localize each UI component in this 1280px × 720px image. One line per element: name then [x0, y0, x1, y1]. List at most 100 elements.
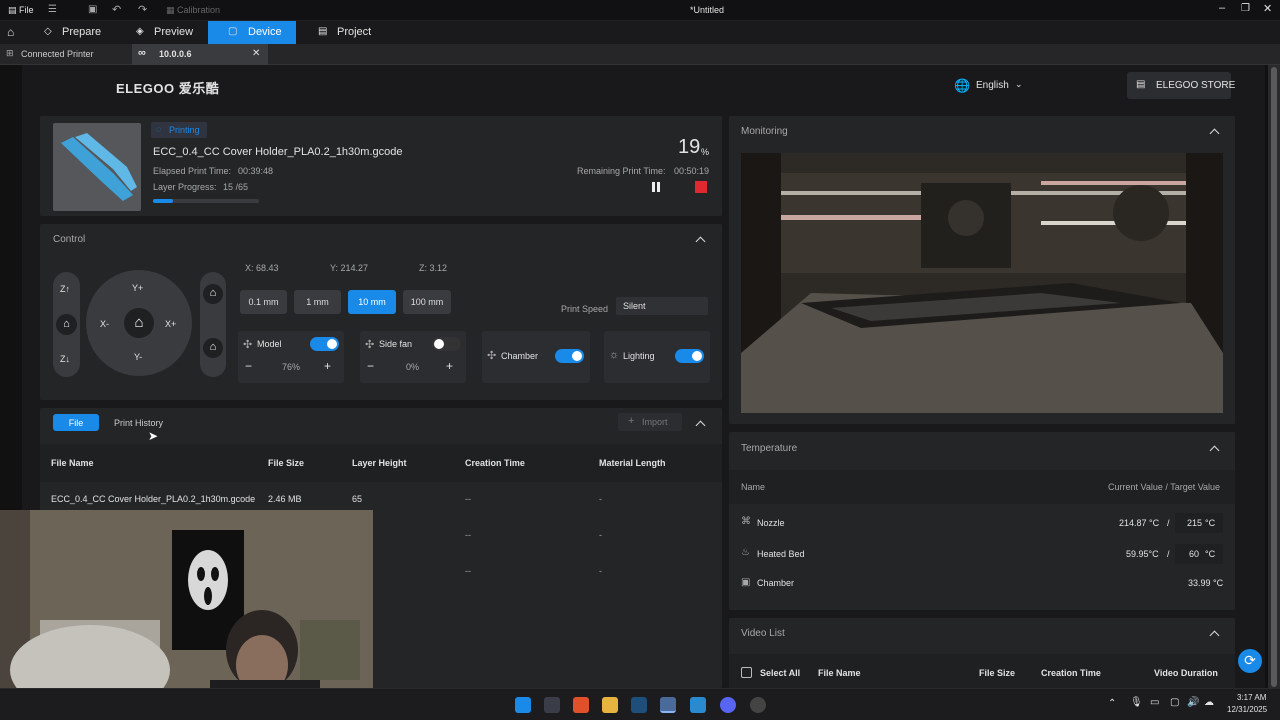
scrollbar[interactable]	[1268, 65, 1280, 688]
col-layer-height[interactable]: Layer Height	[352, 458, 407, 468]
lighting-toggle[interactable]	[675, 349, 704, 363]
col-material-length[interactable]: Material Length	[599, 458, 666, 468]
notepad-icon[interactable]	[690, 697, 706, 713]
collapse-video-icon[interactable]	[1209, 630, 1220, 641]
language-select[interactable]: 🌐 English ⌄	[954, 78, 1026, 95]
model-thumbnail-image	[61, 133, 137, 201]
save-icon[interactable]: ▣	[88, 4, 97, 15]
col-video-duration[interactable]: Video Duration	[1154, 668, 1218, 678]
y-position: Y: 214.27	[330, 263, 369, 273]
home-xy-button[interactable]: ⌂	[203, 284, 223, 304]
home-icon[interactable]: ⌂	[7, 25, 14, 39]
stop-button[interactable]	[695, 181, 707, 193]
bed-target-input[interactable]: 60 °C	[1175, 544, 1223, 564]
collapse-monitoring-icon[interactable]	[1209, 128, 1220, 139]
undo-icon[interactable]: ↶	[112, 3, 121, 16]
model-fan-increase[interactable]: +	[324, 359, 331, 373]
progress-bar	[153, 199, 259, 203]
pause-button[interactable]	[652, 182, 660, 192]
volume-icon[interactable]: 🔊	[1187, 697, 1199, 708]
collapse-files-icon[interactable]	[695, 420, 706, 431]
collapse-control-icon[interactable]	[695, 236, 706, 247]
file-menu[interactable]: ▤ File	[8, 5, 34, 16]
step-1mm-button[interactable]: 1 mm	[294, 290, 341, 314]
import-button[interactable]: + Import	[618, 413, 682, 431]
store-button[interactable]: ▤ ELEGOO STORE	[1127, 72, 1235, 99]
file-label: File	[19, 5, 34, 15]
clock-time[interactable]: 3:17 AM	[1237, 693, 1266, 702]
z-home-button[interactable]: ⌂	[56, 314, 77, 335]
maximize-button[interactable]: ❐	[1241, 3, 1250, 14]
col-video-file-name[interactable]: File Name	[818, 668, 861, 678]
connected-printer-label: Connected Printer	[21, 49, 94, 59]
side-fan-percent: 0%	[406, 362, 420, 372]
control-card: Control Z↑ ⌂ Z↓ Y+ X- X+ Y- ⌂ ⌂ ⌂ X: 68.…	[40, 224, 722, 400]
task-view-icon[interactable]	[544, 697, 560, 713]
col-video-file-size[interactable]: File Size	[979, 668, 1015, 678]
scrollbar-thumb[interactable]	[1271, 67, 1277, 687]
redo-icon[interactable]: ↷	[138, 3, 147, 16]
steam-icon[interactable]	[631, 697, 647, 713]
close-tab-icon[interactable]: ✕	[252, 48, 260, 59]
z-up-button[interactable]: Z↑	[60, 284, 70, 294]
step-100mm-button[interactable]: 100 mm	[403, 290, 451, 314]
col-value: Current Value / Target Value	[1108, 482, 1221, 492]
language-label: English	[976, 80, 1009, 91]
col-video-creation-time[interactable]: Creation Time	[1041, 668, 1101, 678]
obs-icon[interactable]	[750, 697, 766, 713]
mouse-cursor-icon: ➤	[148, 429, 159, 443]
calibration-menu[interactable]: ▦ Calibration	[166, 5, 220, 16]
step-0-1mm-button[interactable]: 0.1 mm	[240, 290, 287, 314]
cloud-icon[interactable]: ☁	[1204, 697, 1214, 708]
minimize-button[interactable]: –	[1219, 2, 1225, 14]
discord-icon[interactable]	[720, 697, 736, 713]
list-icon[interactable]: ☰	[48, 4, 57, 15]
brave-icon[interactable]	[573, 697, 589, 713]
select-all-label: Select All	[760, 668, 801, 678]
tab-file[interactable]: File	[53, 414, 99, 431]
side-fan-increase[interactable]: +	[446, 359, 453, 373]
title-bar: ▤ File ☰ ▣ ↶ ↷ ▦ Calibration *Untitled –…	[0, 0, 1280, 21]
y-plus-button[interactable]: Y+	[132, 283, 143, 293]
battery-icon[interactable]: ▭	[1150, 697, 1159, 708]
tab-project[interactable]: ▤ Project	[310, 21, 386, 44]
x-plus-button[interactable]: X+	[165, 319, 176, 329]
y-minus-button[interactable]: Y-	[134, 352, 142, 362]
nozzle-target-value: 215	[1187, 518, 1203, 528]
xy-home-button[interactable]: ⌂	[124, 308, 154, 338]
network-icon[interactable]: ▢	[1170, 697, 1179, 708]
clock-date[interactable]: 12/31/2025	[1227, 705, 1267, 714]
tab-prepare[interactable]: ◇ Prepare	[36, 21, 112, 44]
model-fan-toggle[interactable]	[310, 337, 339, 351]
tab-printer-ip[interactable]: ∞ 10.0.0.6 ✕	[132, 44, 268, 65]
tab-device[interactable]: ▢ Device	[208, 21, 296, 44]
microphone-icon[interactable]: 🎙	[1130, 697, 1143, 708]
chamber-fan-toggle[interactable]	[555, 349, 584, 363]
start-icon[interactable]	[515, 697, 531, 713]
file-explorer-icon[interactable]	[602, 697, 618, 713]
refresh-icon[interactable]: ⟳	[1238, 649, 1262, 673]
tab-print-history[interactable]: Print History	[114, 418, 163, 428]
step-10mm-button[interactable]: 10 mm	[348, 290, 396, 314]
x-minus-button[interactable]: X-	[100, 319, 109, 329]
side-fan-decrease[interactable]: −	[367, 359, 374, 373]
print-speed-select[interactable]: Silent	[616, 297, 708, 315]
tab-preview[interactable]: ◈ Preview	[128, 21, 200, 44]
model-fan-decrease[interactable]: −	[245, 359, 252, 373]
col-creation-time[interactable]: Creation Time	[465, 458, 525, 468]
nozzle-target-input[interactable]: 215 °C	[1175, 513, 1223, 533]
z-down-button[interactable]: Z↓	[60, 354, 70, 364]
col-file-name[interactable]: File Name	[51, 458, 94, 468]
col-file-size[interactable]: File Size	[268, 458, 304, 468]
taskbar: ⌃ 🎙 ▭ ▢ 🔊 ☁ 3:17 AM 12/31/2025	[0, 688, 1280, 720]
tab-connected-printer[interactable]: ⊞ Connected Printer	[0, 44, 128, 65]
camera-feed[interactable]	[741, 153, 1223, 413]
monitoring-title: Monitoring	[741, 126, 788, 137]
side-fan-toggle[interactable]	[432, 337, 461, 351]
close-button[interactable]: ✕	[1263, 2, 1272, 15]
home-all-button[interactable]: ⌂	[203, 338, 223, 358]
select-all-checkbox[interactable]	[741, 667, 752, 678]
elegoo-slicer-icon[interactable]	[660, 697, 676, 713]
tray-chevron-icon[interactable]: ⌃	[1108, 698, 1116, 709]
collapse-temperature-icon[interactable]	[1209, 445, 1220, 456]
